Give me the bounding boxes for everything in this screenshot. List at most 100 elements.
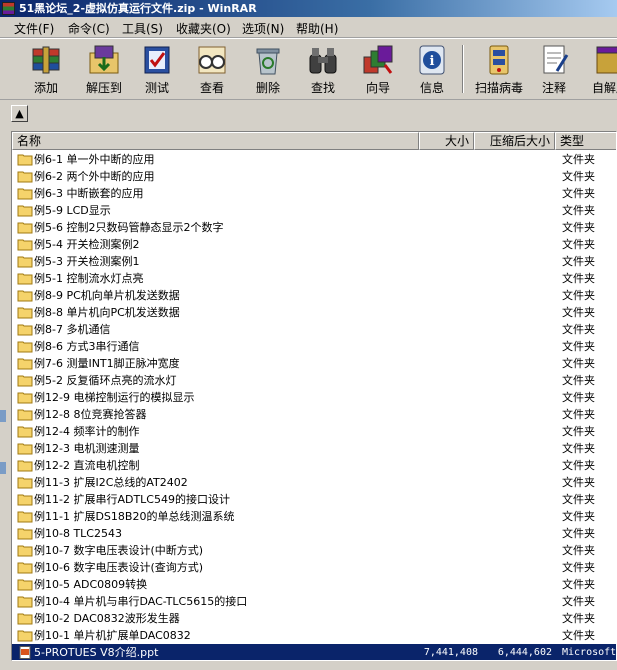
file-name: 例5-4 开关检测案例2 xyxy=(34,238,140,251)
folder-row[interactable]: 例10-8 TLC2543 文件夹 xyxy=(12,525,616,542)
folder-row[interactable]: 例12-3 电机测速测量 文件夹 xyxy=(12,440,616,457)
folder-row[interactable]: 例8-6 方式3串行通信 文件夹 xyxy=(12,338,616,355)
file-type: 文件夹 xyxy=(562,289,595,302)
column-header: 名称 大小 压缩后大小 类型 xyxy=(12,132,616,150)
folder-row[interactable]: 例11-3 扩展I2C总线的AT2402 文件夹 xyxy=(12,474,616,491)
delete-label: 删除 xyxy=(255,81,280,95)
folder-row[interactable]: 例5-4 开关检测案例2 文件夹 xyxy=(12,236,616,253)
view-button[interactable]: 查看 xyxy=(186,41,238,97)
comment-icon xyxy=(543,45,569,74)
find-button[interactable]: 查找 xyxy=(297,41,349,97)
menu-commands[interactable]: 命令(C) xyxy=(66,20,112,37)
folder-row[interactable]: 例12-8 8位竞赛抢答器 文件夹 xyxy=(12,406,616,423)
delete-button[interactable]: 删除 xyxy=(242,41,294,97)
file-name: 例11-1 扩展DS18B20的单总线测温系统 xyxy=(34,510,235,523)
folder-icon xyxy=(17,460,33,472)
file-name: 例10-2 DAC0832波形发生器 xyxy=(34,612,180,625)
winrar-app-icon[interactable] xyxy=(2,2,15,15)
file-name: 例6-3 中断嵌套的应用 xyxy=(34,187,144,200)
file-type: 文件夹 xyxy=(562,255,595,268)
folder-row[interactable]: 例10-2 DAC0832波形发生器 文件夹 xyxy=(12,610,616,627)
folder-row[interactable]: 例5-3 开关检测案例1 文件夹 xyxy=(12,253,616,270)
folder-row[interactable]: 例6-2 两个外中断的应用 文件夹 xyxy=(12,168,616,185)
folder-icon xyxy=(17,324,33,336)
file-row-selected[interactable]: 5-PROTUES V8介绍.ppt 7,441,408 6,444,602 Micr… xyxy=(12,644,616,660)
folder-row[interactable]: 例10-1 单片机扩展单DAC0832 文件夹 xyxy=(12,627,616,644)
folder-row[interactable]: 例6-1 单一外中断的应用 文件夹 xyxy=(12,151,616,168)
folder-row[interactable]: 例8-7 多机通信 文件夹 xyxy=(12,321,616,338)
folder-row[interactable]: 例5-6 控制2只数码管静态显示2个数字 文件夹 xyxy=(12,219,616,236)
file-list[interactable]: 名称 大小 压缩后大小 类型 例6-1 单一外中断的应用 文件夹 例6-2 两个外中… xyxy=(11,131,617,661)
wizard-label: 向导 xyxy=(365,81,390,95)
menu-favorites[interactable]: 收藏夹(O) xyxy=(174,20,233,37)
sfx-button[interactable]: 自解压 xyxy=(584,41,617,97)
file-type: 文件夹 xyxy=(562,323,595,336)
test-button[interactable]: 测试 xyxy=(131,41,183,97)
wizard-button[interactable]: 向导 xyxy=(352,41,404,97)
menu-options[interactable]: 选项(N) xyxy=(240,20,286,37)
file-type: 文件夹 xyxy=(562,391,595,404)
folder-row[interactable]: 例6-3 中断嵌套的应用 文件夹 xyxy=(12,185,616,202)
folder-icon xyxy=(17,307,33,319)
folder-row[interactable]: 例12-2 直流电机控制 文件夹 xyxy=(12,457,616,474)
folder-row[interactable]: 例7-6 测量INT1脚正脉冲宽度 文件夹 xyxy=(12,355,616,372)
folder-row[interactable]: 例12-9 电梯控制运行的模拟显示 文件夹 xyxy=(12,389,616,406)
column-type[interactable]: 类型 xyxy=(555,132,616,150)
sfx-icon xyxy=(596,46,617,74)
folder-row[interactable]: 例11-2 扩展串行ADTLC549的接口设计 文件夹 xyxy=(12,491,616,508)
column-size[interactable]: 大小 xyxy=(419,132,474,150)
file-size: 7,441,408 xyxy=(423,647,478,658)
comment-button[interactable]: 注释 xyxy=(528,41,580,97)
up-folder-button[interactable]: ▲ xyxy=(11,105,28,122)
folder-row[interactable]: 例8-9 PC机向单片机发送数据 文件夹 xyxy=(12,287,616,304)
folder-row[interactable]: 例10-7 数字电压表设计(中断方式) 文件夹 xyxy=(12,542,616,559)
folder-icon xyxy=(17,205,33,217)
folder-row[interactable]: 例12-4 频率计的制作 文件夹 xyxy=(12,423,616,440)
menu-help[interactable]: 帮助(H) xyxy=(294,20,340,37)
folder-icon xyxy=(17,154,33,166)
extract-to-button[interactable]: 解压到 xyxy=(78,41,130,97)
add-label: 添加 xyxy=(33,81,58,95)
folder-row[interactable]: 例5-1 控制流水灯点亮 文件夹 xyxy=(12,270,616,287)
folder-icon xyxy=(17,222,33,234)
folder-row[interactable]: 例5-2 反复循环点亮的流水灯 文件夹 xyxy=(12,372,616,389)
folder-row[interactable]: 例5-9 LCD显示 文件夹 xyxy=(12,202,616,219)
folder-row[interactable]: 例10-5 ADC0809转换 文件夹 xyxy=(12,576,616,593)
add-button[interactable]: 添加 xyxy=(20,41,72,97)
folder-icon xyxy=(17,528,33,540)
file-type: 文件夹 xyxy=(562,374,595,387)
file-type: 文件夹 xyxy=(562,527,595,540)
column-name[interactable]: 名称 xyxy=(12,132,419,150)
column-packed-size[interactable]: 压缩后大小 xyxy=(474,132,555,150)
folder-icon xyxy=(17,256,33,268)
folder-row[interactable]: 例10-4 单片机与串行DAC-TLC5615的接口 文件夹 xyxy=(12,593,616,610)
file-name: 例8-9 PC机向单片机发送数据 xyxy=(34,289,180,302)
file-type: 文件夹 xyxy=(562,425,595,438)
menu-tools[interactable]: 工具(S) xyxy=(120,20,165,37)
menu-file[interactable]: 文件(F) xyxy=(12,20,56,37)
virus-scan-button[interactable]: 扫描病毒 xyxy=(472,41,526,97)
file-type: 文件夹 xyxy=(562,153,595,166)
file-type: 文件夹 xyxy=(562,561,595,574)
file-name: 例10-1 单片机扩展单DAC0832 xyxy=(34,629,191,642)
folder-icon xyxy=(17,239,33,251)
extract-to-label: 解压到 xyxy=(85,81,122,95)
wizard-icon xyxy=(363,45,393,74)
file-type: 文件夹 xyxy=(562,357,595,370)
extract-folder-icon xyxy=(89,45,119,74)
file-type: 文件夹 xyxy=(562,578,595,591)
file-type: 文件夹 xyxy=(562,442,595,455)
folder-icon xyxy=(17,511,33,523)
folder-row[interactable]: 例8-8 单片机向PC机发送数据 文件夹 xyxy=(12,304,616,321)
folder-icon xyxy=(17,579,33,591)
info-button[interactable]: i 信息 xyxy=(406,41,458,97)
info-icon: i xyxy=(419,45,445,75)
folder-icon xyxy=(17,358,33,370)
file-name: 例10-5 ADC0809转换 xyxy=(34,578,148,591)
folder-icon xyxy=(17,188,33,200)
virus-scan-label: 扫描病毒 xyxy=(474,81,523,95)
svg-text:i: i xyxy=(430,54,435,69)
folder-row[interactable]: 例11-1 扩展DS18B20的单总线测温系统 文件夹 xyxy=(12,508,616,525)
folder-row[interactable]: 例10-6 数字电压表设计(查询方式) 文件夹 xyxy=(12,559,616,576)
file-type: 文件夹 xyxy=(562,238,595,251)
